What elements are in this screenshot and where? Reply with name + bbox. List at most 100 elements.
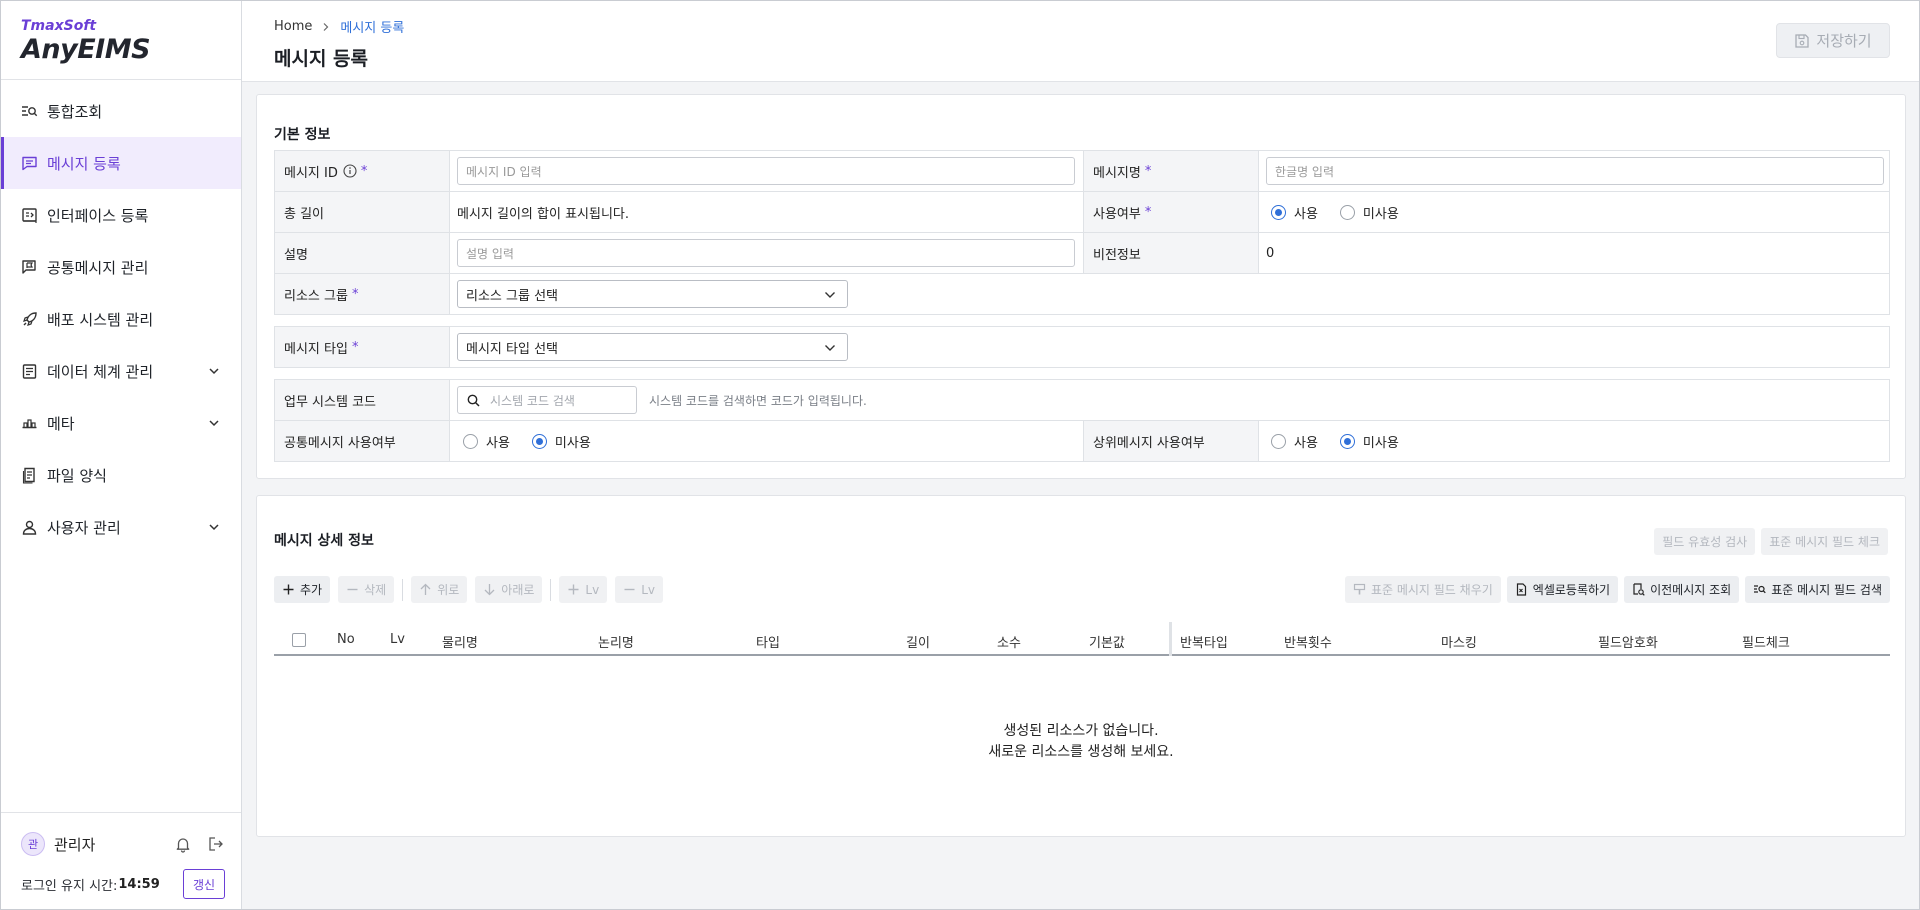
minus-icon — [346, 583, 359, 596]
message-id-input[interactable]: 메시지 ID 입력 — [457, 157, 1075, 185]
app-window: TmaxSoft AnyEIMS 통합조회 메시지 등록 인터페이스 등록 공통… — [0, 0, 1920, 910]
sidebar-item-file-format[interactable]: 파일 양식 — [1, 449, 241, 501]
sidebar-item-user-management[interactable]: 사용자 관리 — [1, 501, 241, 553]
button-label: 아래로 — [501, 583, 535, 597]
search-list-icon — [21, 103, 38, 120]
excel-file-icon — [1515, 583, 1528, 596]
sidebar-item-deploy-system[interactable]: 배포 시스템 관리 — [1, 293, 241, 345]
col-physical-name[interactable]: 물리명 — [442, 632, 478, 651]
col-logical-name[interactable]: 논리명 — [598, 632, 634, 651]
col-default[interactable]: 기본값 — [1089, 632, 1125, 651]
sidebar-item-data-system[interactable]: 데이터 체계 관리 — [1, 345, 241, 397]
brand-product: AnyEIMS — [21, 34, 151, 65]
plus-icon — [282, 583, 295, 596]
use-yn-radio-unused[interactable]: 미사용 — [1339, 203, 1399, 222]
std-field-check-button[interactable]: 표준 메시지 필드 체크 — [1761, 528, 1888, 555]
col-length[interactable]: 길이 — [906, 632, 930, 651]
form-row: 공통메시지 사용여부 사용 미사용 상위메시지 사용여부 사용 미사용 — [275, 421, 1889, 462]
field-validation-button[interactable]: 필드 유효성 검사 — [1654, 528, 1756, 555]
use-yn-radio-use[interactable]: 사용 — [1271, 203, 1318, 222]
radio-label: 사용 — [486, 435, 510, 451]
sidebar-item-common-message[interactable]: 공통메시지 관리 — [1, 241, 241, 293]
col-decimal[interactable]: 소수 — [997, 632, 1021, 651]
system-code-search-input[interactable]: 시스템 코드 검색 — [457, 386, 637, 414]
message-type-select[interactable]: 메시지 타입 선택 — [457, 333, 848, 361]
file-icon — [21, 467, 38, 484]
bell-icon[interactable] — [174, 835, 192, 853]
label-text: 메시지 ID — [284, 165, 338, 181]
select-all-checkbox[interactable] — [292, 633, 306, 647]
plus-icon — [567, 583, 580, 596]
basic-form-table-2: 메시지 타입 * 메시지 타입 선택 — [274, 326, 1890, 368]
empty-line-2: 새로운 리소스를 생성해 보세요. — [988, 744, 1174, 760]
chevron-down-icon — [207, 364, 221, 378]
common-use-radio-unused[interactable]: 미사용 — [531, 432, 591, 451]
sidebar-item-label: 통합조회 — [47, 102, 103, 121]
col-repeat-count[interactable]: 반복횟수 — [1284, 632, 1332, 651]
fill-std-fields-button[interactable]: 표준 메시지 필드 채우기 — [1344, 576, 1501, 603]
breadcrumb-home[interactable]: Home — [274, 19, 312, 34]
message-icon — [21, 155, 38, 172]
system-code-hint: 시스템 코드를 검색하면 코드가 입력됩니다. — [649, 393, 867, 408]
level-down-button[interactable]: Lv — [615, 576, 663, 603]
radio-label: 미사용 — [1362, 206, 1399, 222]
meta-icon — [21, 415, 38, 432]
basic-form-table-3: 업무 시스템 코드 시스템 코드 검색 시스템 코드를 검색하면 코드가 입력됩… — [274, 379, 1890, 462]
main-content: Home 메시지 등록 메시지 등록 저장하기 기본 정보 메시지 ID * 메… — [242, 1, 1919, 909]
col-no[interactable]: No — [337, 632, 355, 647]
radio-dot — [1339, 433, 1355, 449]
level-up-button[interactable]: Lv — [559, 576, 608, 603]
form-row: 업무 시스템 코드 시스템 코드 검색 시스템 코드를 검색하면 코드가 입력됩… — [275, 380, 1889, 421]
logout-icon[interactable] — [207, 835, 225, 853]
resource-group-label: 리소스 그룹 * — [275, 274, 450, 314]
excel-register-button[interactable]: 엑셀로등록하기 — [1506, 576, 1619, 603]
chevron-down-icon — [207, 416, 221, 430]
common-use-radio-use[interactable]: 사용 — [463, 432, 510, 451]
button-label: 표준 메시지 필드 채우기 — [1370, 583, 1493, 597]
parent-use-radio-use[interactable]: 사용 — [1271, 432, 1318, 451]
col-field-encryption[interactable]: 필드암호화 — [1598, 632, 1658, 651]
total-length-value: 메시지 길이의 합이 표시됩니다. — [450, 192, 1084, 232]
search-icon — [467, 394, 480, 407]
sidebar-item-message-register[interactable]: 메시지 등록 — [1, 137, 241, 189]
col-type[interactable]: 타입 — [756, 632, 780, 651]
sidebar-item-label: 공통메시지 관리 — [47, 258, 149, 277]
form-row: 메시지 ID * 메시지 ID 입력 메시지명 * 한글명 입력 — [275, 151, 1889, 192]
parent-use-radio-unused[interactable]: 미사용 — [1339, 432, 1399, 451]
basic-form-table-1: 메시지 ID * 메시지 ID 입력 메시지명 * 한글명 입력 총 길이 메시… — [274, 150, 1890, 315]
brand-logo[interactable]: TmaxSoft AnyEIMS — [1, 1, 241, 80]
arrow-down-icon — [483, 583, 496, 596]
move-up-button[interactable]: 위로 — [411, 576, 468, 603]
save-button[interactable]: 저장하기 — [1776, 23, 1890, 58]
col-field-check[interactable]: 필드체크 — [1742, 632, 1790, 651]
search-std-fields-button[interactable]: 표준 메시지 필드 검색 — [1745, 576, 1890, 603]
move-down-button[interactable]: 아래로 — [475, 576, 543, 603]
info-icon[interactable] — [343, 164, 357, 178]
page-title: 메시지 등록 — [274, 48, 369, 70]
document-icon — [21, 363, 38, 380]
save-label: 저장하기 — [1816, 32, 1872, 50]
system-code-cell: 시스템 코드 검색 시스템 코드를 검색하면 코드가 입력됩니다. — [450, 380, 1889, 420]
add-button[interactable]: 추가 — [274, 576, 331, 603]
radio-label: 미사용 — [1362, 435, 1399, 451]
form-row: 리소스 그룹 * 리소스 그룹 선택 — [275, 274, 1889, 315]
toolbar-divider — [550, 578, 552, 601]
sidebar-item-interface-register[interactable]: 인터페이스 등록 — [1, 189, 241, 241]
breadcrumb-current[interactable]: 메시지 등록 — [340, 17, 404, 36]
renew-button[interactable]: 갱신 — [183, 869, 225, 899]
sidebar-item-integrated-search[interactable]: 통합조회 — [1, 85, 241, 137]
sidebar: TmaxSoft AnyEIMS 통합조회 메시지 등록 인터페이스 등록 공통… — [1, 1, 242, 909]
resource-group-select[interactable]: 리소스 그룹 선택 — [457, 280, 848, 308]
column-splitter[interactable] — [1169, 622, 1172, 656]
sidebar-item-meta[interactable]: 메타 — [1, 397, 241, 449]
delete-button[interactable]: 삭제 — [338, 576, 395, 603]
col-masking[interactable]: 마스킹 — [1441, 632, 1477, 651]
col-lv[interactable]: Lv — [390, 632, 405, 647]
prev-message-button[interactable]: 이전메시지 조회 — [1624, 576, 1740, 603]
col-repeat-type[interactable]: 반복타입 — [1180, 632, 1228, 651]
description-input[interactable]: 설명 입력 — [457, 239, 1075, 267]
chevron-down-icon — [823, 288, 837, 302]
sidebar-item-label: 파일 양식 — [47, 466, 107, 485]
parent-message-use-label: 상위메시지 사용여부 — [1084, 421, 1259, 461]
message-name-input[interactable]: 한글명 입력 — [1266, 157, 1884, 185]
